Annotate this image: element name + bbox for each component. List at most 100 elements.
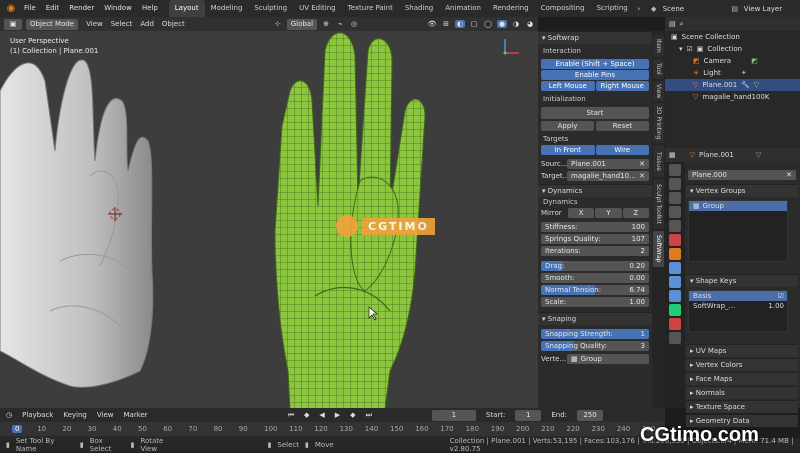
tab-uv-editing[interactable]: UV Editing	[293, 0, 342, 17]
shading-render-icon[interactable]: ◕	[525, 20, 535, 28]
outliner-item-plane[interactable]: ▽ Plane.001 🔧 ▽	[665, 79, 800, 91]
enable-button[interactable]: Enable (Shift + Space)	[541, 59, 649, 69]
tab-texture-paint[interactable]: Texture Paint	[342, 0, 399, 17]
tab-tool[interactable]: Tool	[653, 59, 664, 79]
wire-toggle[interactable]: Wire	[595, 145, 649, 155]
outliner-editor-icon[interactable]: ▤	[669, 20, 676, 28]
menu-help[interactable]: Help	[137, 0, 163, 17]
vertex-groups-header[interactable]: ▾ Vertex Groups	[686, 184, 798, 197]
play-reverse-icon[interactable]: ◀	[319, 411, 324, 419]
world-tab-icon[interactable]	[669, 234, 681, 246]
clear-icon[interactable]: ✕	[639, 160, 645, 168]
data-tab-icon[interactable]	[669, 304, 681, 316]
texture-tab-icon[interactable]	[669, 332, 681, 344]
outliner-search-icon[interactable]: ⌕	[680, 20, 684, 29]
chevron-right-icon[interactable]: ›	[634, 5, 644, 13]
xray-icon[interactable]: ▢	[469, 20, 479, 28]
view-layer-name[interactable]: View Layer	[744, 5, 782, 13]
normal-tension-slider[interactable]: Normal Tension: 6.74	[541, 285, 649, 295]
left-mouse-button[interactable]: Left Mouse	[541, 81, 595, 91]
start-frame-field[interactable]: 1	[515, 409, 542, 421]
target-field[interactable]: magalie_hand10... ✕	[567, 171, 649, 181]
scene-tab-icon[interactable]	[669, 220, 681, 232]
view-layer-tab-icon[interactable]	[669, 206, 681, 218]
in-front-toggle[interactable]: In Front	[541, 145, 595, 155]
prev-key-icon[interactable]: ◆	[304, 411, 309, 419]
shape-key-basis[interactable]: Basis ☑	[689, 291, 787, 301]
snap-quality-slider[interactable]: Snapping Quality: 3	[541, 341, 649, 351]
outliner-item-light[interactable]: ☀ Light ✦	[665, 67, 800, 79]
outliner-item-camera[interactable]: ◩ Camera ◩	[665, 55, 800, 67]
iterations-field[interactable]: Iterations: 2	[541, 246, 649, 256]
source-field[interactable]: Plane.001 ✕	[567, 159, 649, 169]
tab-rendering[interactable]: Rendering	[487, 0, 535, 17]
modifier-tab-icon[interactable]	[669, 262, 681, 274]
shading-wire-icon[interactable]: ◯	[483, 20, 493, 28]
checkbox-icon[interactable]: ☑	[687, 45, 693, 53]
shape-key-softwrap[interactable]: SoftWrap_... 1.00	[689, 301, 787, 311]
particles-tab-icon[interactable]	[669, 276, 681, 288]
visibility-icon[interactable]: 👁	[427, 20, 437, 28]
menu-view[interactable]: View	[86, 20, 103, 28]
tab-animation[interactable]: Animation	[439, 0, 487, 17]
shape-key-list[interactable]: Basis ☑ SoftWrap_... 1.00	[688, 290, 788, 332]
scene-icon[interactable]: ◆	[648, 5, 660, 13]
output-tab-icon[interactable]	[669, 192, 681, 204]
right-mouse-button[interactable]: Right Mouse	[595, 81, 649, 91]
mirror-z[interactable]: Z	[622, 208, 649, 218]
scale-field[interactable]: Scale: 1.00	[541, 297, 649, 307]
orientation-select[interactable]: Global	[286, 18, 318, 30]
mirror-x[interactable]: X	[568, 208, 595, 218]
vertex-group-item[interactable]: ▦ Group	[689, 201, 787, 211]
menu-marker[interactable]: Marker	[123, 411, 147, 419]
material-tab-icon[interactable]	[669, 318, 681, 330]
outliner-item-collection[interactable]: ▾ ☑ ▣ Collection	[665, 43, 800, 55]
snap-strength-slider[interactable]: Snapping Strength: 1	[541, 329, 649, 339]
mesh-name-field[interactable]: Plane.000 ✕	[688, 170, 796, 180]
next-key-icon[interactable]: ◆	[350, 411, 355, 419]
tab-shading[interactable]: Shading	[399, 0, 439, 17]
current-frame-field[interactable]: 1	[431, 409, 476, 421]
play-icon[interactable]: ▶	[335, 411, 340, 419]
orientation-icon[interactable]: ⊹	[273, 20, 283, 28]
texture-space-header[interactable]: ▸ Texture Space	[686, 400, 798, 413]
tab-sculpt-toolkit[interactable]: Sculpt Toolkit	[653, 179, 664, 229]
shape-keys-header[interactable]: ▾ Shape Keys	[686, 274, 798, 287]
overlay-icon[interactable]: ◐	[455, 20, 466, 28]
mirror-y[interactable]: Y	[595, 208, 622, 218]
checkbox-icon[interactable]: ☑	[778, 291, 784, 301]
normals-header[interactable]: ▸ Normals	[686, 386, 798, 399]
proportional-icon[interactable]: ◎	[349, 20, 359, 28]
tab-modeling[interactable]: Modeling	[205, 0, 249, 17]
axis-gizmo-icon[interactable]	[503, 39, 520, 55]
softwrap-header[interactable]: ▾ Softwrap	[538, 31, 652, 44]
menu-keying[interactable]: Keying	[63, 411, 87, 419]
view-layer-icon[interactable]: ▤	[729, 5, 741, 13]
drag-slider[interactable]: Drag: 0.20	[541, 261, 649, 271]
shading-solid-icon[interactable]: ●	[497, 20, 508, 28]
smooth-slider[interactable]: Smooth: 0.00	[541, 273, 649, 283]
face-maps-header[interactable]: ▸ Face Maps	[686, 372, 798, 385]
outliner-scene-collection[interactable]: ▣ Scene Collection	[665, 31, 800, 43]
properties-editor-icon[interactable]: ▦	[669, 151, 676, 159]
vertex-group-field[interactable]: ▦ Group	[567, 354, 649, 364]
3d-viewport[interactable]: User Perspective (1) Collection | Plane.…	[0, 31, 538, 408]
menu-file[interactable]: File	[19, 0, 41, 17]
editor-type-icon[interactable]: ▣	[4, 18, 22, 30]
timeline-ruler[interactable]: 0 10 20 30 40 50 60 70 80 90 100 110 120 130 140 150 160…	[0, 422, 665, 436]
uv-maps-header[interactable]: ▸ UV Maps	[686, 344, 798, 357]
timeline-editor-icon[interactable]: ◷	[6, 411, 12, 419]
tab-scripting[interactable]: Scripting	[591, 0, 634, 17]
tab-3d-printing[interactable]: 3D Printing	[653, 103, 664, 143]
tab-tissue[interactable]: Tissue	[653, 145, 664, 177]
outliner-item-hand[interactable]: ▽ magalie_hand100K	[665, 91, 800, 103]
snaping-header[interactable]: ▾ Snaping	[538, 312, 652, 325]
menu-view[interactable]: View	[97, 411, 114, 419]
vertex-colors-header[interactable]: ▸ Vertex Colors	[686, 358, 798, 371]
clear-icon[interactable]: ✕	[639, 172, 645, 180]
menu-render[interactable]: Render	[64, 0, 99, 17]
tab-layout[interactable]: Layout	[168, 0, 205, 17]
blender-logo-icon[interactable]: ◉	[3, 3, 19, 14]
sculpt-hand-mesh[interactable]	[0, 59, 154, 388]
enable-pins-button[interactable]: Enable Pins	[541, 70, 649, 80]
